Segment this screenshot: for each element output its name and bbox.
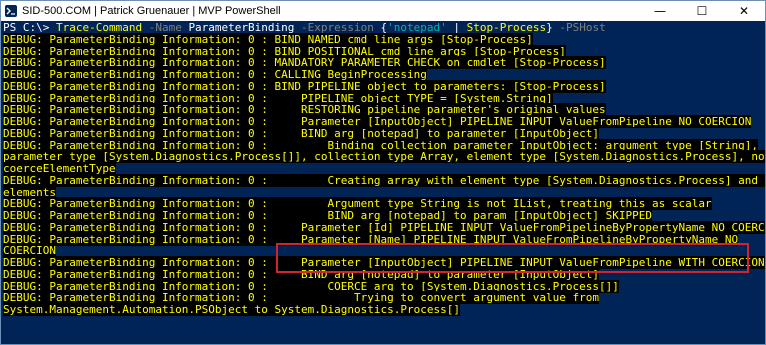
debug-line-text: DEBUG: ParameterBinding Information: 0 :… [3,173,765,187]
command-line: PS C:\> Trace-Command -Name ParameterBin… [3,22,765,34]
debug-line: System.Management.Automation.PSObject to… [3,303,765,316]
maximize-button[interactable]: ☐ [681,1,723,21]
debug-line: parameter type [System.Diagnostics.Proce… [3,150,765,164]
debug-line: DEBUG: ParameterBinding Information: 0 :… [3,79,765,93]
title-bar[interactable]: SID-500.COM | Patrick Gruenauer | MVP Po… [1,1,765,21]
debug-line: DEBUG: ParameterBinding Information: 0 :… [3,115,765,128]
debug-line: DEBUG: ParameterBinding Information: 0 :… [3,220,765,234]
powershell-window: SID-500.COM | Patrick Gruenauer | MVP Po… [0,0,766,345]
script-block-close: } [546,21,553,34]
debug-line: DEBUG: ParameterBinding Information: 0 :… [3,256,765,269]
debug-line: DEBUG: ParameterBinding Information: 0 :… [3,173,765,187]
debug-line: coerceElementType [3,162,765,175]
debug-line-text: DEBUG: ParameterBinding Information: 0 :… [3,267,600,281]
minimize-button[interactable]: — [639,1,681,21]
debug-line-text: DEBUG: ParameterBinding Information: 0 :… [3,126,600,140]
debug-output: DEBUG: ParameterBinding Information: 0 :… [3,32,765,316]
debug-line: DEBUG: ParameterBinding Information: 0 :… [3,209,765,222]
console-output[interactable]: PS C:\> Trace-Command -Name ParameterBin… [1,21,765,344]
debug-line: DEBUG: ParameterBinding Information: 0 :… [3,232,765,246]
parameter-name: -PSHost [552,21,606,34]
debug-line: DEBUG: ParameterBinding Information: 0 :… [3,68,765,81]
debug-line: DEBUG: ParameterBinding Information: 0 :… [3,32,765,46]
close-button[interactable]: ✕ [723,1,765,21]
debug-line-text: DEBUG: ParameterBinding Information: 0 :… [3,32,533,46]
debug-line-text: System.Management.Automation.PSObject to… [3,303,460,316]
debug-line-text: DEBUG: ParameterBinding Information: 0 :… [3,79,606,93]
window-controls: — ☐ ✕ [639,1,765,21]
debug-line-text: DEBUG: ParameterBinding Information: 0 :… [3,220,765,234]
debug-line: DEBUG: ParameterBinding Information: 0 :… [3,267,765,281]
powershell-icon [5,5,17,17]
debug-line-text: DEBUG: ParameterBinding Information: 0 :… [3,232,739,246]
window-title: SID-500.COM | Patrick Gruenauer | MVP Po… [22,5,281,17]
debug-line-text: parameter type [System.Diagnostics.Proce… [3,150,765,164]
debug-line: DEBUG: ParameterBinding Information: 0 :… [3,126,765,140]
